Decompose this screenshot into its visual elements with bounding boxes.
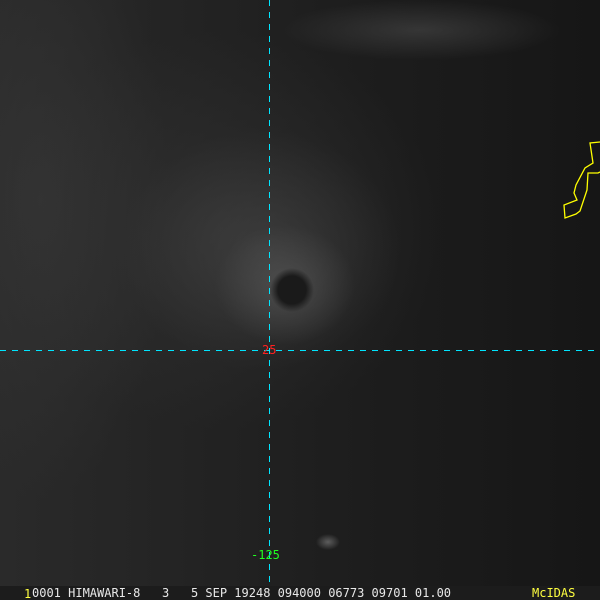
mcidas-logo: McIDAS [532,586,576,600]
satellite-image-viewer: 25 -125 1 0001 HIMAWARI-8 3 5 SEP 19248 … [0,0,600,600]
map-overlay [0,0,600,586]
image-info: 0001 HIMAWARI-8 3 5 SEP 19248 094000 067… [32,586,452,600]
frame-index: 1 [24,587,32,600]
coastline [563,141,600,219]
longitude-label: -125 [251,548,280,562]
latitude-label: 25 [262,343,277,357]
